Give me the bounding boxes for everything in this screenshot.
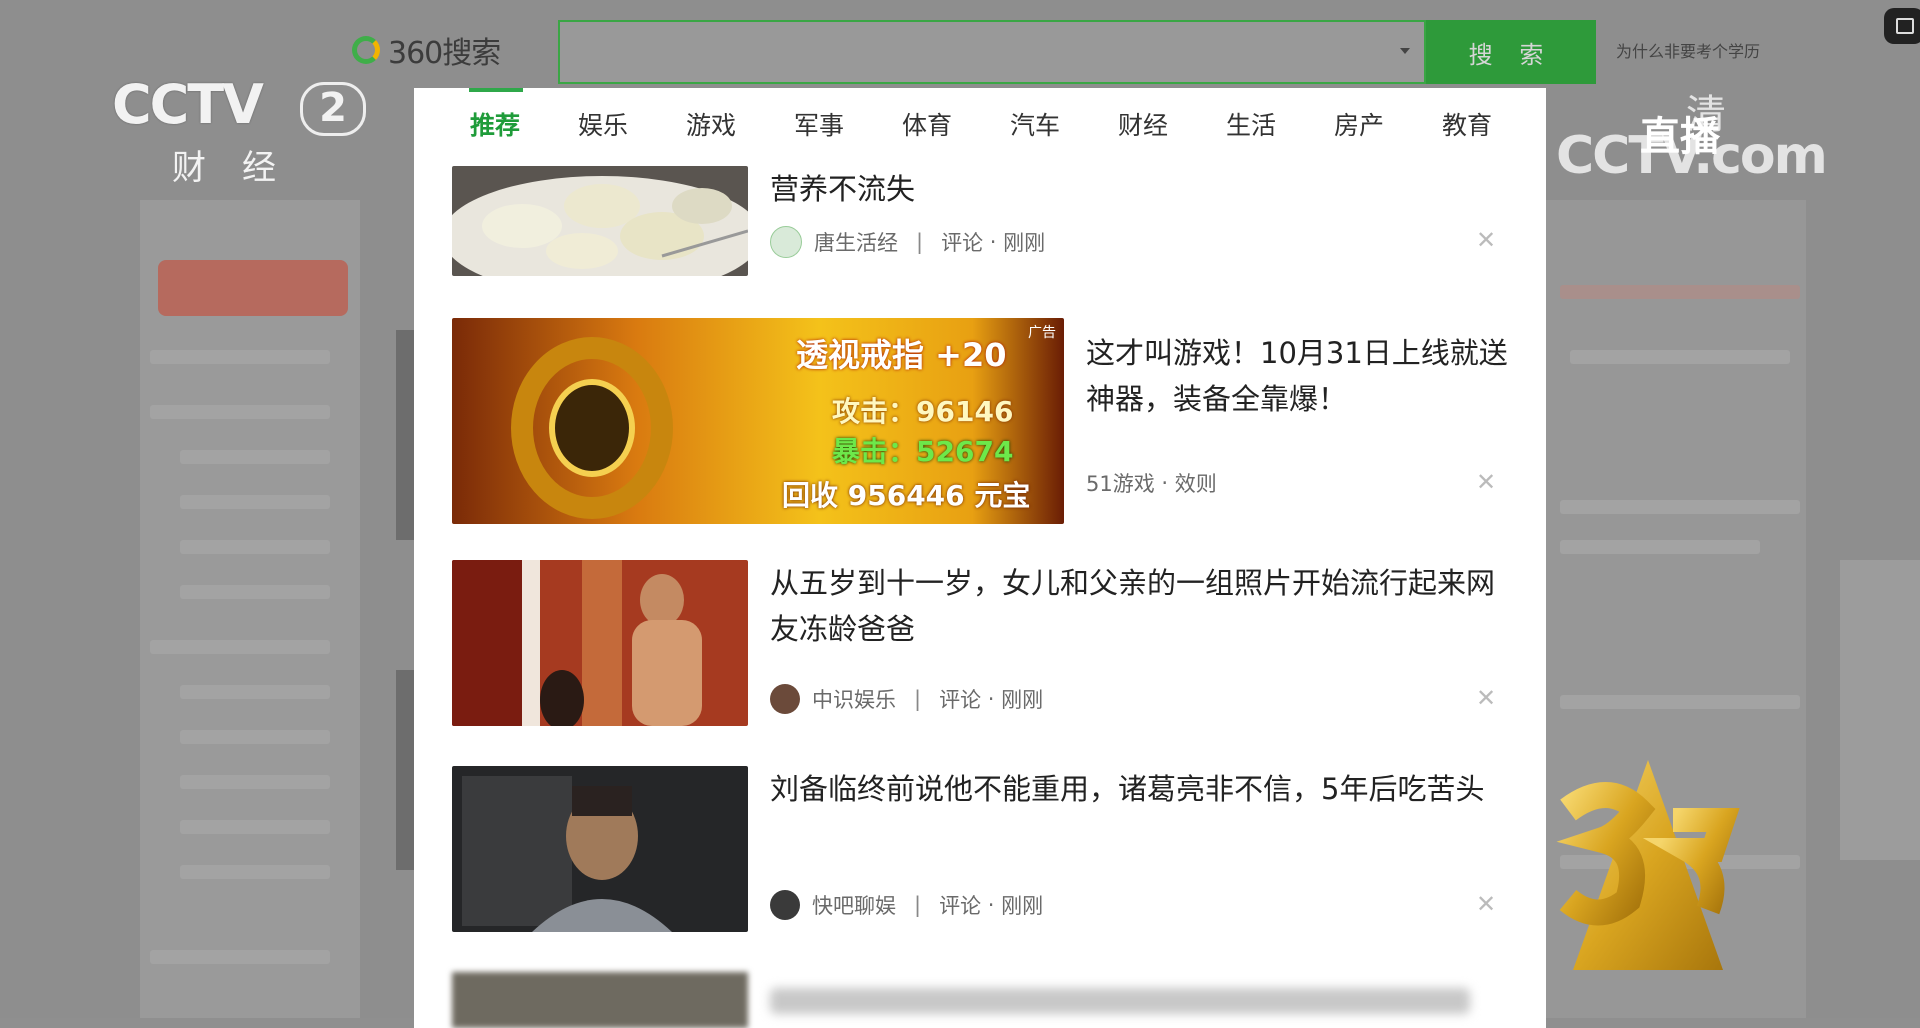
game-ad-banner[interactable]: 广告 透视戒指 +20 攻击：96146 暴击：52674 回收 956446 … [452, 318, 1064, 524]
father-daughter-thumbnail[interactable] [452, 560, 748, 726]
blurred-text [150, 405, 330, 419]
ad-feed-item[interactable]: 广告 透视戒指 +20 攻击：96146 暴击：52674 回收 956446 … [452, 318, 1512, 528]
tab-auto[interactable]: 汽车 [1010, 106, 1060, 142]
hot-search-link[interactable]: 为什么非要考个学历 [1616, 38, 1760, 62]
channel-name: 财经 [172, 148, 312, 188]
tab-sports[interactable]: 体育 [902, 106, 952, 142]
news-feed-panel: 推荐 娱乐 游戏 军事 体育 汽车 财经 生活 房产 教育 营养不流失 唐生活经… [414, 88, 1546, 1028]
dropdown-caret-icon[interactable] [1400, 48, 1410, 54]
source-name[interactable]: 快吧聊娱 [812, 890, 896, 920]
ad-line-4: 回收 956446 元宝 [782, 479, 1031, 512]
blurred-text [180, 820, 330, 834]
blurred-text [150, 950, 330, 964]
blurred-text [180, 865, 330, 879]
blurred-text [1560, 285, 1800, 299]
tab-recommend[interactable]: 推荐 [468, 88, 524, 142]
blurred-text [1560, 500, 1800, 514]
blurred-text [180, 495, 330, 509]
news-title[interactable]: 从五岁到十一岁，女儿和父亲的一组照片开始流行起来网友冻龄爸爸 [770, 560, 1510, 652]
news-title[interactable]: 刘备临终前说他不能重用，诸葛亮非不信，5年后吃苦头 [770, 766, 1510, 812]
blurred-text [180, 730, 330, 744]
ad-tag: 效则 [1174, 472, 1217, 496]
tab-realestate[interactable]: 房产 [1334, 106, 1384, 142]
blurred-left-column [140, 200, 360, 1018]
feed-item[interactable]: 刘备临终前说他不能重用，诸葛亮非不信，5年后吃苦头 快吧聊娱 | 评论 · 刚刚… [452, 766, 1512, 936]
blurred-far-right [1840, 560, 1920, 860]
ad-corner-label: 广告 [1028, 325, 1056, 341]
tab-games[interactable]: 游戏 [686, 106, 736, 142]
source-avatar [770, 890, 800, 920]
ad-title[interactable]: 这才叫游戏！10月31日上线就送神器，装备全靠爆！ [1086, 330, 1516, 422]
ad-line-1: 透视戒指 +20 [796, 336, 1007, 374]
ad-source[interactable]: 51游戏 [1086, 468, 1155, 498]
news-meta: 快吧聊娱 | 评论 · 刚刚 [770, 890, 1043, 920]
source-name[interactable]: 中识娱乐 [812, 684, 896, 714]
search-button[interactable]: 搜 索 [1426, 20, 1596, 84]
blurred-edge [396, 670, 414, 870]
blurred-red-button [158, 260, 348, 316]
publish-time: 刚刚 [1001, 688, 1044, 712]
tab-entertainment[interactable]: 娱乐 [578, 106, 628, 142]
blurred-text [1570, 350, 1790, 364]
ad-line-3: 暴击：52674 [832, 435, 1014, 468]
search-input[interactable] [560, 22, 1380, 82]
360-logo-icon [352, 36, 380, 64]
news-title[interactable]: 营养不流失 [770, 166, 1490, 212]
blurred-text [1560, 540, 1760, 554]
blurred-title [770, 988, 1470, 1014]
publish-time: 刚刚 [1003, 231, 1046, 255]
blurred-text [150, 640, 330, 654]
ad-line-2: 攻击：96146 [832, 395, 1014, 428]
dumplings-thumbnail[interactable] [452, 166, 748, 276]
hd-label: 清 [1686, 92, 1726, 138]
feed-item[interactable]: 从五岁到十一岁，女儿和父亲的一组照片开始流行起来网友冻龄爸爸 中识娱乐 | 评论… [452, 560, 1512, 730]
news-meta: 中识娱乐 | 评论 · 刚刚 [770, 684, 1043, 714]
blurred-text [150, 350, 330, 364]
cctv2-logo: CCTV 2 财经 [112, 78, 366, 188]
trophy-315-icon [1556, 760, 1740, 970]
liu-bei-thumbnail[interactable] [452, 766, 748, 932]
close-icon[interactable]: ✕ [1476, 684, 1496, 712]
blurred-text [180, 585, 330, 599]
tab-finance[interactable]: 财经 [1118, 106, 1168, 142]
feed-item[interactable]: 营养不流失 唐生活经 | 评论 · 刚刚 ✕ [452, 166, 1512, 286]
tab-education[interactable]: 教育 [1442, 106, 1492, 142]
tab-life[interactable]: 生活 [1226, 106, 1276, 142]
logo-text: 360搜索 [388, 36, 501, 71]
blurred-thumbnail [452, 972, 748, 1028]
ad-meta: 51游戏 · 效则 [1086, 468, 1217, 498]
blurred-text [180, 450, 330, 464]
comment-link[interactable]: 评论 [941, 227, 983, 257]
source-avatar [770, 226, 802, 258]
category-tabs: 推荐 娱乐 游戏 军事 体育 汽车 财经 生活 房产 教育 [414, 88, 1546, 156]
tab-military[interactable]: 军事 [794, 106, 844, 142]
blurred-edge [396, 330, 414, 540]
blurred-text [1560, 695, 1800, 709]
publish-time: 刚刚 [1001, 894, 1044, 918]
close-icon[interactable]: ✕ [1476, 468, 1496, 496]
ring-icon [511, 337, 673, 519]
comment-link[interactable]: 评论 [939, 890, 981, 920]
blurred-text [180, 685, 330, 699]
comment-link[interactable]: 评论 [939, 684, 981, 714]
360-search-logo[interactable]: 360搜索 [352, 30, 501, 71]
feed-item-cutoff[interactable] [452, 968, 1512, 1028]
blurred-text [180, 775, 330, 789]
close-icon[interactable]: ✕ [1476, 890, 1496, 918]
source-avatar [770, 684, 800, 714]
source-name[interactable]: 唐生活经 [814, 227, 898, 257]
channel-number: 2 [300, 82, 366, 136]
news-meta: 唐生活经 | 评论 · 刚刚 [770, 226, 1045, 258]
blurred-text [180, 540, 330, 554]
close-icon[interactable]: ✕ [1476, 226, 1496, 254]
screen-icon [1884, 8, 1920, 44]
search-box[interactable] [558, 20, 1426, 84]
